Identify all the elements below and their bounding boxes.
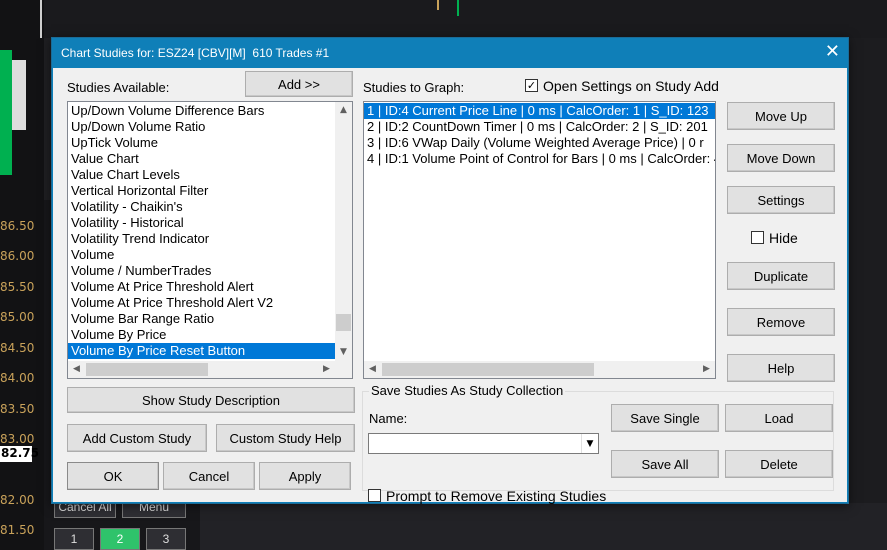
move-down-button[interactable]: Move Down [727,144,835,172]
price-label: 84.00 [0,371,35,385]
price-label: 82.00 [0,493,35,507]
study-available-item[interactable]: UpTick Volume [68,135,336,151]
prompt-remove-checkbox[interactable] [368,489,381,502]
price-label: 85.00 [0,310,35,324]
open-settings-checkbox[interactable]: ✓ [525,79,538,92]
chart-right-area [848,38,887,550]
chart-bottom-area [200,503,887,550]
price-label: 86.50 [0,219,35,233]
study-available-item[interactable]: Volume At Price Threshold Alert V2 [68,295,336,311]
add-study-button[interactable]: Add >> [245,71,353,97]
price-label: 84.50 [0,341,35,355]
scroll-thumb[interactable] [382,363,594,376]
scroll-up-arrow[interactable]: ▲ [335,102,352,119]
study-available-item[interactable]: Volume By Price Reset Button [68,343,336,359]
candle-wick [40,0,42,38]
study-available-item[interactable]: Volume Bar Range Ratio [68,311,336,327]
page-button-1[interactable]: 1 [54,528,94,550]
settings-button[interactable]: Settings [727,186,835,214]
studies-to-graph-label: Studies to Graph: [363,80,465,95]
chart-studies-dialog: Chart Studies for: ESZ24 [CBV][M] 610 Tr… [51,37,849,504]
dialog-title: Chart Studies for: ESZ24 [CBV][M] 610 Tr… [61,46,330,60]
apply-button[interactable]: Apply [259,462,351,490]
dialog-titlebar[interactable]: Chart Studies for: ESZ24 [CBV][M] 610 Tr… [52,38,848,68]
studies-to-graph-hscrollbar[interactable]: ◀ ▶ [364,361,715,378]
candle-wick [457,0,459,16]
help-button[interactable]: Help [727,354,835,382]
price-label: 83.00 [0,432,35,446]
page-button-3[interactable]: 3 [146,528,186,550]
study-available-item[interactable]: Value Chart Levels [68,167,336,183]
studies-available-label: Studies Available: [67,80,170,95]
remove-button[interactable]: Remove [727,308,835,336]
open-settings-label: Open Settings on Study Add [543,78,719,94]
studies-to-graph-list[interactable]: 1 | ID:4 Current Price Line | 0 ms | Cal… [363,101,716,379]
delete-button[interactable]: Delete [725,450,833,478]
show-study-description-button[interactable]: Show Study Description [67,387,355,413]
scroll-thumb[interactable] [336,314,351,331]
price-label: 83.50 [0,402,35,416]
price-label: 85.50 [0,280,35,294]
study-available-item[interactable]: Volume By Price [68,327,336,343]
save-all-button[interactable]: Save All [611,450,719,478]
scroll-down-arrow[interactable]: ▼ [335,344,352,361]
price-label: 86.00 [0,249,35,263]
study-graph-item[interactable]: 1 | ID:4 Current Price Line | 0 ms | Cal… [364,103,715,119]
custom-study-help-button[interactable]: Custom Study Help [216,424,355,452]
scroll-left-arrow[interactable]: ◀ [364,361,381,378]
check-icon: ✓ [526,79,537,92]
studies-available-hscrollbar[interactable]: ◀ ▶ [68,361,352,378]
scroll-left-arrow[interactable]: ◀ [68,361,85,378]
study-available-item[interactable]: Up/Down Volume Ratio [68,119,336,135]
load-button[interactable]: Load [725,404,833,432]
current-price-label: 82.75 [0,446,39,462]
hide-checkbox[interactable] [751,231,764,244]
chevron-down-icon[interactable]: ▼ [581,434,598,453]
dialog-client-area: Studies Available: Add >> Up/Down Volume… [53,68,847,504]
study-available-item[interactable]: Vertical Horizontal Filter [68,183,336,199]
study-available-item[interactable]: Volume At Price Threshold Alert [68,279,336,295]
chart-top-area [0,0,887,38]
close-icon[interactable]: ✕ [825,42,840,62]
study-graph-item[interactable]: 2 | ID:2 CountDown Timer | 0 ms | CalcOr… [364,119,715,135]
study-available-item[interactable]: Volume / NumberTrades [68,263,336,279]
scroll-right-arrow[interactable]: ▶ [698,361,715,378]
cancel-button[interactable]: Cancel [163,462,255,490]
price-label: 81.50 [0,523,35,537]
add-custom-study-button[interactable]: Add Custom Study [67,424,207,452]
duplicate-button[interactable]: Duplicate [727,262,835,290]
scroll-thumb[interactable] [86,363,208,376]
study-graph-item[interactable]: 3 | ID:6 VWap Daily (Volume Weighted Ave… [364,135,715,151]
study-available-item[interactable]: Volatility Trend Indicator [68,231,336,247]
hide-label: Hide [769,230,798,246]
studies-available-list[interactable]: Up/Down Volume Difference Bars Up/Down Vo… [67,101,353,379]
candle-green [0,50,12,175]
move-up-button[interactable]: Move Up [727,102,835,130]
studies-available-vscrollbar[interactable]: ▲ ▼ [335,102,352,361]
study-graph-item[interactable]: 4 | ID:1 Volume Point of Control for Bar… [364,151,715,167]
study-collection-title: Save Studies As Study Collection [369,383,566,398]
studies-available-items: Up/Down Volume Difference Bars Up/Down Vo… [68,103,336,359]
ok-button[interactable]: OK [67,462,159,490]
collection-name-combobox[interactable]: ▼ [368,433,599,454]
prompt-remove-label: Prompt to Remove Existing Studies [386,488,607,504]
studies-to-graph-items: 1 | ID:4 Current Price Line | 0 ms | Cal… [364,103,715,167]
study-available-item[interactable]: Value Chart [68,151,336,167]
study-available-item[interactable]: Volatility - Historical [68,215,336,231]
page-button-2[interactable]: 2 [100,528,140,550]
collection-name-label: Name: [369,411,408,426]
scroll-right-arrow[interactable]: ▶ [318,361,335,378]
study-available-item[interactable]: Up/Down Volume Difference Bars [68,103,336,119]
candle-body [12,60,26,130]
study-available-item[interactable]: Volume [68,247,336,263]
study-available-item[interactable]: Volatility - Chaikin's [68,199,336,215]
candle-wick [437,0,439,10]
save-single-button[interactable]: Save Single [611,404,719,432]
